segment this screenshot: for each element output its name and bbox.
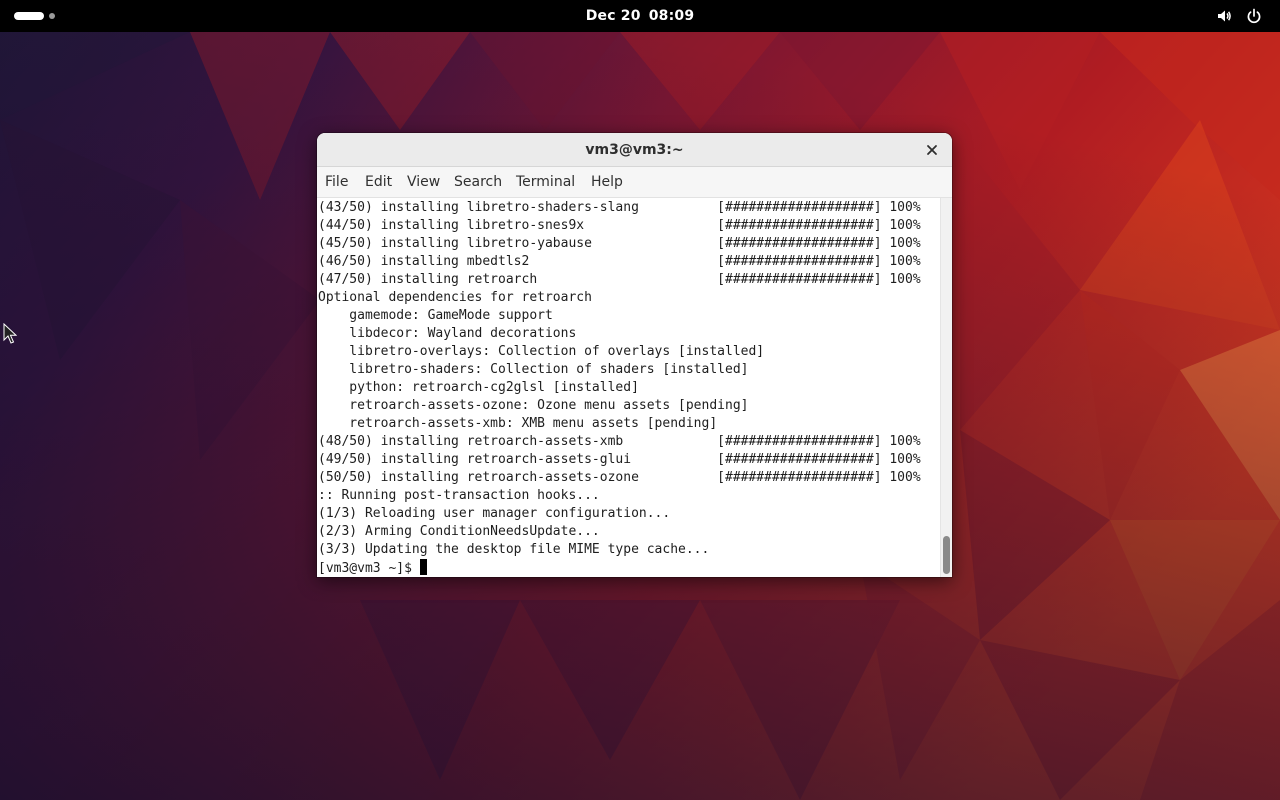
close-icon — [927, 145, 937, 155]
clock[interactable]: Dec 20 08:09 — [540, 0, 740, 32]
text-cursor — [419, 559, 427, 575]
terminal-window[interactable]: vm3@vm3:~ File Edit View Search Terminal… — [317, 133, 952, 577]
terminal-line: (50/50) installing retroarch-assets-ozon… — [318, 470, 921, 485]
menu-edit[interactable]: Edit — [365, 167, 392, 198]
workspace-dot-icon — [49, 13, 55, 19]
terminal-line: libdecor: Wayland decorations — [318, 326, 577, 341]
menu-file[interactable]: File — [325, 167, 348, 198]
mouse-pointer-icon — [3, 323, 17, 344]
desktop: Dec 20 08:09 vm3@vm3:~ File Edit View Se… — [0, 0, 1280, 800]
terminal-line: (1/3) Reloading user manager configurati… — [318, 506, 671, 521]
shell-prompt: [vm3@vm3 ~]$ — [318, 561, 420, 576]
terminal-line: (2/3) Arming ConditionNeedsUpdate... — [318, 524, 600, 539]
terminal-line: (44/50) installing libretro-snes9x [####… — [318, 218, 921, 233]
window-titlebar[interactable]: vm3@vm3:~ — [317, 133, 952, 167]
close-button[interactable] — [923, 141, 941, 159]
terminal-line: libretro-shaders: Collection of shaders … — [318, 362, 749, 377]
activities-button[interactable] — [14, 10, 66, 22]
terminal-line: (47/50) installing retroarch [##########… — [318, 272, 921, 287]
terminal-line: gamemode: GameMode support — [318, 308, 553, 323]
terminal-line: libretro-overlays: Collection of overlay… — [318, 344, 765, 359]
menu-help[interactable]: Help — [591, 167, 623, 198]
terminal-line: Optional dependencies for retroarch — [318, 290, 592, 305]
menu-terminal[interactable]: Terminal — [516, 167, 575, 198]
menu-view[interactable]: View — [407, 167, 440, 198]
terminal-line: retroarch-assets-xmb: XMB menu assets [p… — [318, 416, 718, 431]
scrollbar-thumb[interactable] — [943, 536, 950, 574]
top-bar: Dec 20 08:09 — [0, 0, 1280, 32]
power-icon[interactable] — [1246, 8, 1262, 24]
terminal-line: (3/3) Updating the desktop file MIME typ… — [318, 542, 710, 557]
menu-search[interactable]: Search — [454, 167, 502, 198]
menu-bar: File Edit View Search Terminal Help — [317, 167, 952, 198]
terminal-scrollbar[interactable] — [940, 198, 952, 577]
window-title: vm3@vm3:~ — [585, 142, 684, 158]
clock-date: Dec 20 — [585, 8, 641, 24]
terminal-lines: (43/50) installing libretro-shaders-slan… — [318, 199, 940, 577]
terminal-line: retroarch-assets-ozone: Ozone menu asset… — [318, 398, 749, 413]
volume-icon[interactable] — [1216, 8, 1232, 24]
terminal-line: python: retroarch-cg2glsl [installed] — [318, 380, 639, 395]
terminal-line: :: Running post-transaction hooks... — [318, 488, 600, 503]
terminal-line: (45/50) installing libretro-yabause [###… — [318, 236, 921, 251]
terminal-line: (49/50) installing retroarch-assets-glui… — [318, 452, 921, 467]
terminal-output[interactable]: (43/50) installing libretro-shaders-slan… — [317, 198, 940, 577]
terminal-line: (48/50) installing retroarch-assets-xmb … — [318, 434, 921, 449]
workspace-indicator-icon — [14, 12, 44, 20]
terminal-prompt-line[interactable]: [vm3@vm3 ~]$ — [318, 559, 940, 577]
terminal-line: (46/50) installing mbedtls2 [###########… — [318, 254, 921, 269]
terminal-line: (43/50) installing libretro-shaders-slan… — [318, 200, 921, 215]
clock-time: 08:09 — [648, 8, 695, 24]
